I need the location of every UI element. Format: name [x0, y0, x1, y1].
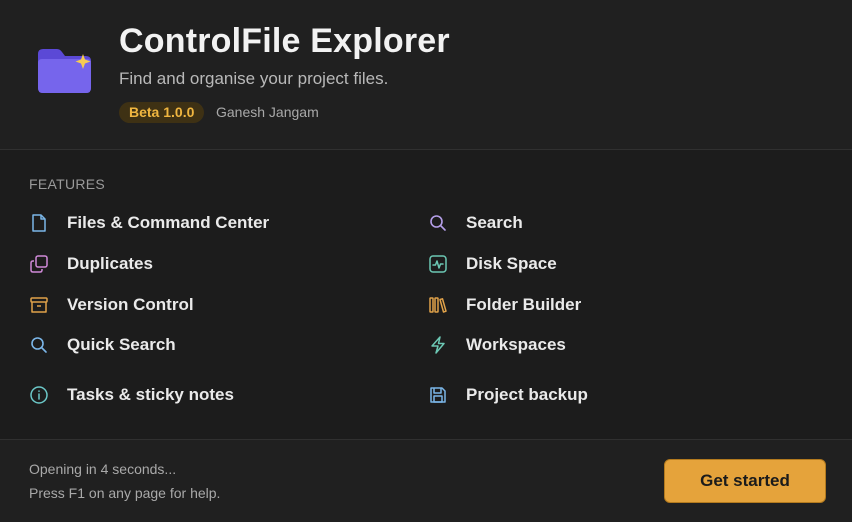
feature-label: Files & Command Center: [67, 213, 270, 232]
footer: Opening in 4 seconds... Press F1 on any …: [0, 439, 852, 522]
version-badge: Beta 1.0.0: [119, 102, 205, 123]
search-icon: [428, 213, 448, 233]
search-icon: [29, 335, 49, 355]
feature-label: Version Control: [67, 295, 194, 314]
lightning-icon: [428, 335, 448, 355]
feature-tasks-sticky-notes[interactable]: Tasks & sticky notes: [29, 383, 234, 407]
copy-icon: [29, 254, 49, 274]
library-icon: [428, 295, 448, 315]
help-hint: Press F1 on any page for help.: [29, 485, 221, 501]
feature-label: Folder Builder: [466, 295, 582, 314]
save-icon: [428, 385, 448, 405]
activity-icon: [428, 254, 448, 274]
header: ControlFile Explorer Find and organise y…: [0, 0, 852, 150]
file-icon: [29, 213, 49, 233]
feature-label: Disk Space: [466, 254, 557, 273]
feature-project-backup[interactable]: Project backup: [428, 383, 588, 407]
feature-duplicates[interactable]: Duplicates: [29, 252, 153, 276]
app-subtitle: Find and organise your project files.: [119, 69, 389, 88]
feature-label: Tasks & sticky notes: [67, 385, 234, 404]
feature-label: Quick Search: [67, 335, 176, 354]
countdown-text: Opening in 4 seconds...: [29, 461, 177, 477]
feature-folder-builder[interactable]: Folder Builder: [428, 293, 581, 317]
info-icon: [29, 385, 49, 405]
features-heading: FEATURES: [29, 176, 106, 192]
archive-icon: [29, 295, 49, 315]
feature-workspaces[interactable]: Workspaces: [428, 333, 566, 357]
feature-label: Search: [466, 213, 523, 232]
get-started-button[interactable]: Get started: [664, 459, 826, 503]
feature-files-command-center[interactable]: Files & Command Center: [29, 211, 269, 235]
feature-version-control[interactable]: Version Control: [29, 293, 194, 317]
feature-quick-search[interactable]: Quick Search: [29, 333, 176, 357]
author-name: Ganesh Jangam: [216, 104, 319, 120]
feature-search[interactable]: Search: [428, 211, 523, 235]
app-title: ControlFile Explorer: [119, 22, 450, 60]
feature-label: Duplicates: [67, 254, 153, 273]
feature-label: Workspaces: [466, 335, 566, 354]
feature-disk-space[interactable]: Disk Space: [428, 252, 557, 276]
folder-sparkle-icon: [38, 49, 91, 93]
feature-label: Project backup: [466, 385, 588, 404]
